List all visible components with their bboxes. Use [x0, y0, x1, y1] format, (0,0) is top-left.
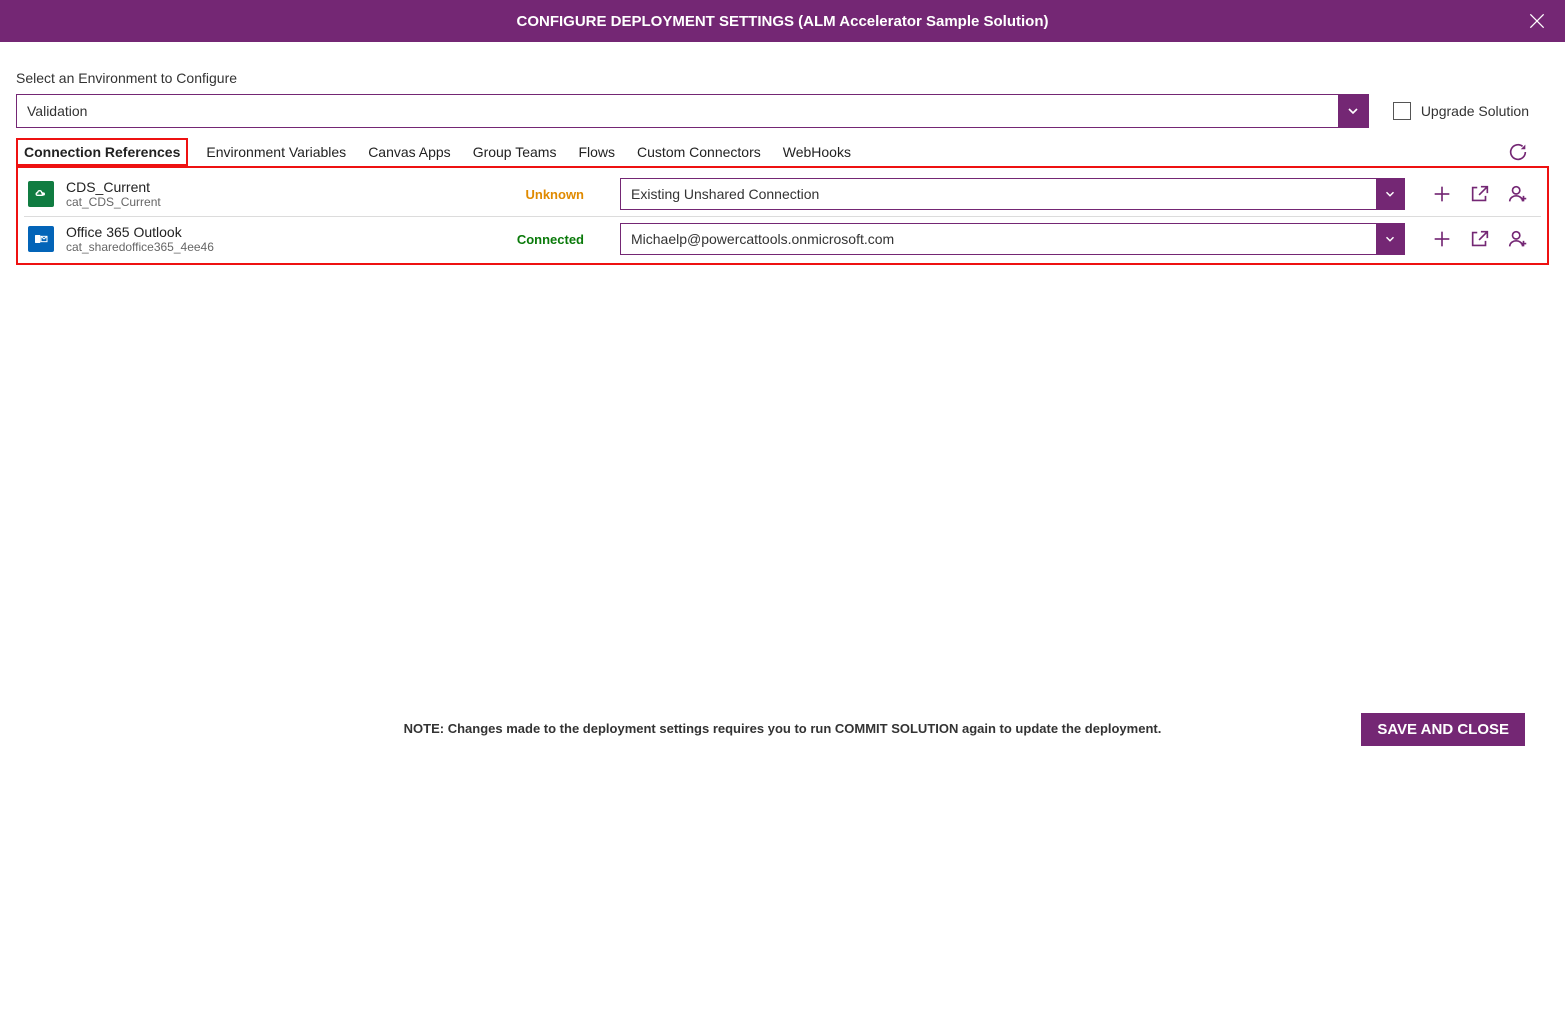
- connection-name: Office 365 Outlook: [66, 224, 476, 240]
- tab-connection-references[interactable]: Connection References: [16, 138, 188, 166]
- environment-select-value: Validation: [17, 95, 1338, 127]
- add-icon[interactable]: [1431, 228, 1453, 250]
- add-user-icon[interactable]: [1507, 183, 1529, 205]
- tab-bar: Connection References Environment Variab…: [16, 138, 1549, 166]
- save-and-close-button[interactable]: SAVE AND CLOSE: [1361, 713, 1525, 746]
- connection-select-value: Existing Unshared Connection: [621, 179, 1376, 209]
- open-link-icon[interactable]: [1469, 183, 1491, 205]
- chevron-down-icon: [1376, 224, 1404, 254]
- connection-name: CDS_Current: [66, 179, 476, 195]
- checkbox-icon[interactable]: [1393, 102, 1411, 120]
- connection-row: CDS_Current cat_CDS_Current Unknown Exis…: [24, 172, 1541, 217]
- connection-row: Office 365 Outlook cat_sharedoffice365_4…: [24, 217, 1541, 261]
- dataverse-icon: [28, 181, 54, 207]
- connection-select[interactable]: Michaelp@powercattools.onmicrosoft.com: [620, 223, 1405, 255]
- tab-webhooks[interactable]: WebHooks: [779, 138, 855, 166]
- outlook-icon: [28, 226, 54, 252]
- open-link-icon[interactable]: [1469, 228, 1491, 250]
- tab-environment-variables[interactable]: Environment Variables: [202, 138, 350, 166]
- tabs: Connection References Environment Variab…: [16, 138, 855, 166]
- tab-custom-connectors[interactable]: Custom Connectors: [633, 138, 765, 166]
- connection-actions: [1417, 183, 1537, 205]
- chevron-down-icon: [1338, 95, 1368, 127]
- connection-logical-name: cat_CDS_Current: [66, 195, 476, 209]
- connection-list: CDS_Current cat_CDS_Current Unknown Exis…: [16, 166, 1549, 265]
- chevron-down-icon: [1376, 179, 1404, 209]
- dialog-header: CONFIGURE DEPLOYMENT SETTINGS (ALM Accel…: [0, 0, 1565, 42]
- refresh-icon[interactable]: [1507, 141, 1529, 163]
- environment-label: Select an Environment to Configure: [16, 70, 1549, 86]
- connection-select-value: Michaelp@powercattools.onmicrosoft.com: [621, 224, 1376, 254]
- connection-info: CDS_Current cat_CDS_Current: [66, 179, 476, 209]
- footer-note: NOTE: Changes made to the deployment set…: [404, 721, 1162, 736]
- connection-select[interactable]: Existing Unshared Connection: [620, 178, 1405, 210]
- environment-select[interactable]: Validation: [16, 94, 1369, 128]
- connection-info: Office 365 Outlook cat_sharedoffice365_4…: [66, 224, 476, 254]
- connection-status: Connected: [488, 232, 608, 247]
- add-user-icon[interactable]: [1507, 228, 1529, 250]
- close-icon[interactable]: [1527, 11, 1547, 31]
- environment-row: Validation Upgrade Solution: [16, 94, 1549, 128]
- upgrade-solution-option[interactable]: Upgrade Solution: [1393, 102, 1549, 120]
- tab-flows[interactable]: Flows: [574, 138, 619, 166]
- connection-status: Unknown: [488, 187, 608, 202]
- connection-actions: [1417, 228, 1537, 250]
- tab-group-teams[interactable]: Group Teams: [469, 138, 561, 166]
- add-icon[interactable]: [1431, 183, 1453, 205]
- dialog-title: CONFIGURE DEPLOYMENT SETTINGS (ALM Accel…: [517, 13, 1049, 30]
- connection-logical-name: cat_sharedoffice365_4ee46: [66, 240, 476, 254]
- dialog-content: Select an Environment to Configure Valid…: [0, 42, 1565, 265]
- tab-canvas-apps[interactable]: Canvas Apps: [364, 138, 455, 166]
- upgrade-label: Upgrade Solution: [1421, 103, 1529, 119]
